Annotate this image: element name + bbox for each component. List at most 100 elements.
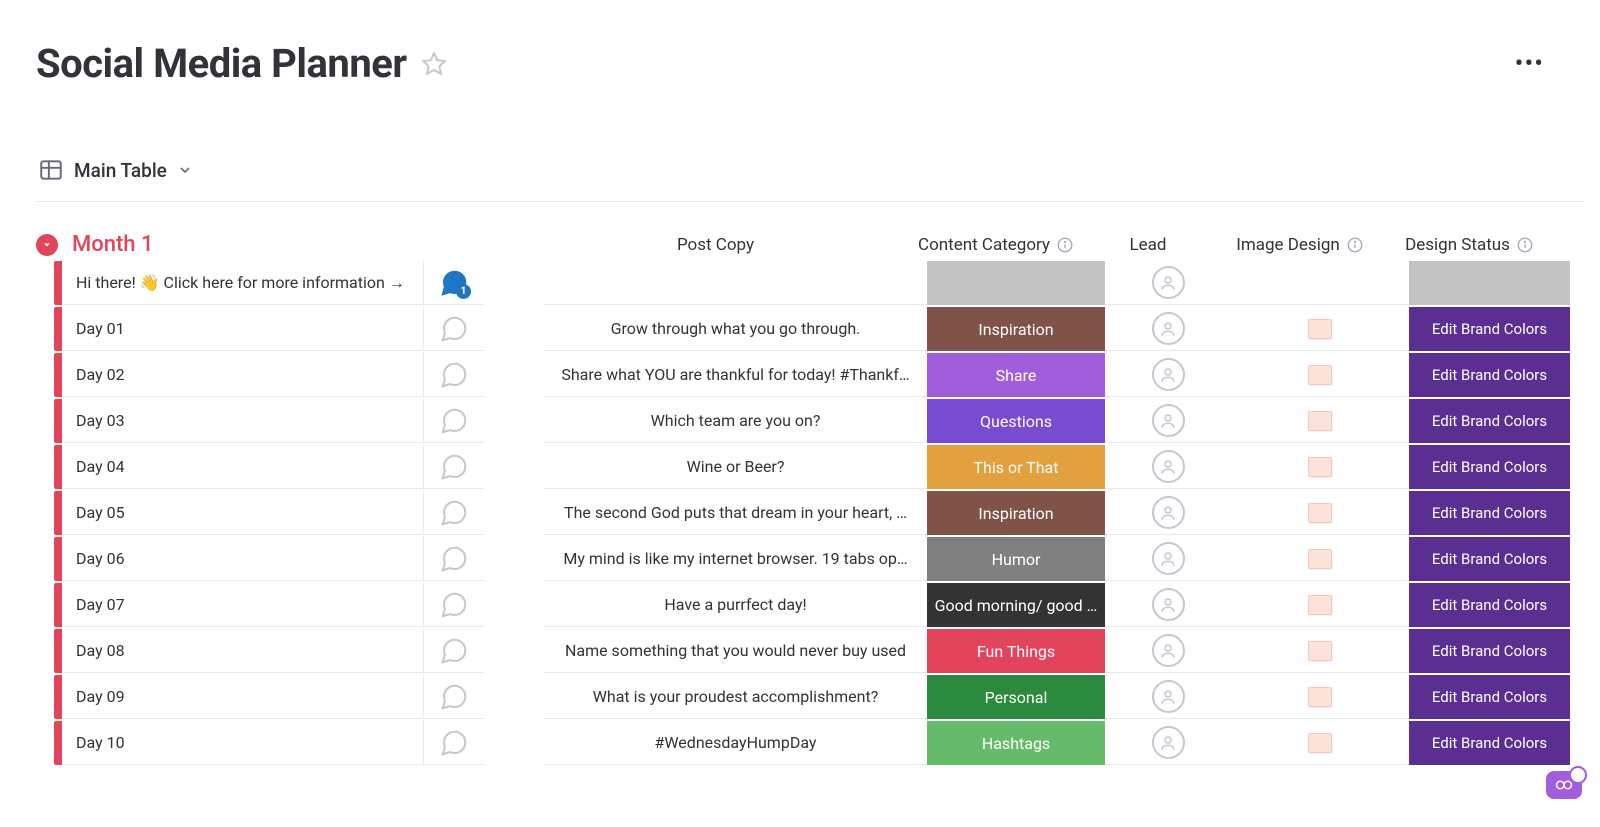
image-design-cell[interactable] — [1231, 629, 1409, 673]
chevron-down-icon[interactable] — [177, 162, 193, 178]
design-status-cell[interactable]: Edit Brand Colors — [1409, 721, 1570, 765]
favorite-star-icon[interactable] — [421, 51, 447, 77]
image-design-cell[interactable] — [1231, 261, 1409, 305]
lead-cell[interactable] — [1105, 353, 1231, 397]
image-design-cell[interactable] — [1231, 491, 1409, 535]
image-design-cell[interactable] — [1231, 583, 1409, 627]
design-status-cell[interactable]: Edit Brand Colors — [1409, 675, 1570, 719]
more-options-icon[interactable]: ••• — [1515, 49, 1584, 79]
image-design-cell[interactable] — [1231, 537, 1409, 581]
content-category-cell[interactable]: Hashtags — [927, 721, 1105, 765]
item-name-cell[interactable]: Day 06 — [62, 537, 424, 581]
image-design-cell[interactable] — [1231, 445, 1409, 489]
design-status-cell[interactable]: Edit Brand Colors — [1409, 491, 1570, 535]
comments-button[interactable] — [424, 353, 484, 397]
lead-cell[interactable] — [1105, 307, 1231, 351]
column-header-lead[interactable]: Lead — [1085, 235, 1211, 255]
lead-cell[interactable] — [1105, 675, 1231, 719]
comments-button[interactable] — [424, 537, 484, 581]
person-avatar-icon — [1152, 450, 1185, 483]
view-name[interactable]: Main Table — [74, 159, 167, 182]
image-design-cell[interactable] — [1231, 399, 1409, 443]
lead-cell[interactable] — [1105, 721, 1231, 765]
lead-cell[interactable] — [1105, 583, 1231, 627]
post-copy-cell[interactable] — [544, 261, 927, 305]
image-thumbnail-icon — [1308, 503, 1332, 523]
comments-button[interactable] — [424, 675, 484, 719]
person-avatar-icon — [1152, 358, 1185, 391]
help-widget-icon[interactable] — [1546, 771, 1582, 799]
post-copy-cell[interactable]: Grow through what you go through. — [544, 307, 927, 351]
post-copy-cell[interactable]: What is your proudest accomplishment? — [544, 675, 927, 719]
comments-button[interactable] — [424, 399, 484, 443]
design-status-cell[interactable]: Edit Brand Colors — [1409, 445, 1570, 489]
item-name-cell[interactable]: Day 04 — [62, 445, 424, 489]
group-collapse-toggle[interactable] — [36, 234, 58, 256]
design-status-cell[interactable]: Edit Brand Colors — [1409, 399, 1570, 443]
info-icon[interactable] — [1516, 236, 1534, 254]
item-name-cell[interactable]: Day 01 — [62, 307, 424, 351]
item-name-cell[interactable]: Day 07 — [62, 583, 424, 627]
post-copy-cell[interactable]: Share what YOU are thankful for today! #… — [544, 353, 927, 397]
design-status-cell[interactable]: Edit Brand Colors — [1409, 353, 1570, 397]
design-status-cell[interactable]: Edit Brand Colors — [1409, 307, 1570, 351]
content-category-cell[interactable]: Fun Things — [927, 629, 1105, 673]
item-name-cell[interactable]: Day 10 — [62, 721, 424, 765]
design-status-cell[interactable] — [1409, 261, 1570, 305]
post-copy-cell[interactable]: #WednesdayHumpDay — [544, 721, 927, 765]
column-header-label: Design Status — [1405, 235, 1510, 255]
lead-cell[interactable] — [1105, 491, 1231, 535]
lead-cell[interactable] — [1105, 399, 1231, 443]
comments-button[interactable] — [424, 721, 484, 765]
content-category-cell[interactable]: Questions — [927, 399, 1105, 443]
comments-button[interactable] — [424, 491, 484, 535]
item-name-cell[interactable]: Hi there! 👋 Click here for more informat… — [62, 261, 424, 305]
design-status-cell[interactable]: Edit Brand Colors — [1409, 583, 1570, 627]
comments-button[interactable]: 1 — [424, 261, 484, 305]
item-name-cell[interactable]: Day 09 — [62, 675, 424, 719]
image-design-cell[interactable] — [1231, 307, 1409, 351]
content-category-cell[interactable] — [927, 261, 1105, 305]
lead-cell[interactable] — [1105, 537, 1231, 581]
info-icon[interactable] — [1056, 236, 1074, 254]
content-category-cell[interactable]: Personal — [927, 675, 1105, 719]
design-status-cell[interactable]: Edit Brand Colors — [1409, 537, 1570, 581]
column-header-imagedesign[interactable]: Image Design — [1211, 235, 1389, 255]
content-category-cell[interactable]: Inspiration — [927, 307, 1105, 351]
image-design-cell[interactable] — [1231, 675, 1409, 719]
comments-button[interactable] — [424, 307, 484, 351]
post-copy-cell[interactable]: Name something that you would never buy … — [544, 629, 927, 673]
group-name[interactable]: Month 1 — [72, 232, 524, 257]
post-copy-cell[interactable]: My mind is like my internet browser. 19 … — [544, 537, 927, 581]
post-copy-cell[interactable]: The second God puts that dream in your h… — [544, 491, 927, 535]
info-icon[interactable] — [1346, 236, 1364, 254]
item-name-cell[interactable]: Day 03 — [62, 399, 424, 443]
person-avatar-icon — [1152, 404, 1185, 437]
comments-button[interactable] — [424, 583, 484, 627]
post-copy-cell[interactable]: Which team are you on? — [544, 399, 927, 443]
comments-button[interactable] — [424, 629, 484, 673]
lead-cell[interactable] — [1105, 261, 1231, 305]
comments-button[interactable] — [424, 445, 484, 489]
content-category-cell[interactable]: This or That — [927, 445, 1105, 489]
item-name-cell[interactable]: Day 02 — [62, 353, 424, 397]
item-name-cell[interactable]: Day 08 — [62, 629, 424, 673]
post-copy-text: Grow through what you go through. — [611, 319, 861, 338]
design-status-cell[interactable]: Edit Brand Colors — [1409, 629, 1570, 673]
image-design-cell[interactable] — [1231, 721, 1409, 765]
content-category-cell[interactable]: Good morning/ good … — [927, 583, 1105, 627]
post-copy-cell[interactable]: Have a purrfect day! — [544, 583, 927, 627]
column-header-category[interactable]: Content Category — [907, 235, 1085, 255]
lead-cell[interactable] — [1105, 629, 1231, 673]
column-header-postcopy[interactable]: Post Copy — [524, 235, 907, 255]
content-category-cell[interactable]: Humor — [927, 537, 1105, 581]
column-header-designstatus[interactable]: Design Status — [1389, 235, 1550, 255]
spacer — [484, 399, 544, 443]
item-name-cell[interactable]: Day 05 — [62, 491, 424, 535]
lead-cell[interactable] — [1105, 445, 1231, 489]
column-header-label: Image Design — [1236, 235, 1340, 255]
post-copy-cell[interactable]: Wine or Beer? — [544, 445, 927, 489]
content-category-cell[interactable]: Share — [927, 353, 1105, 397]
image-design-cell[interactable] — [1231, 353, 1409, 397]
content-category-cell[interactable]: Inspiration — [927, 491, 1105, 535]
